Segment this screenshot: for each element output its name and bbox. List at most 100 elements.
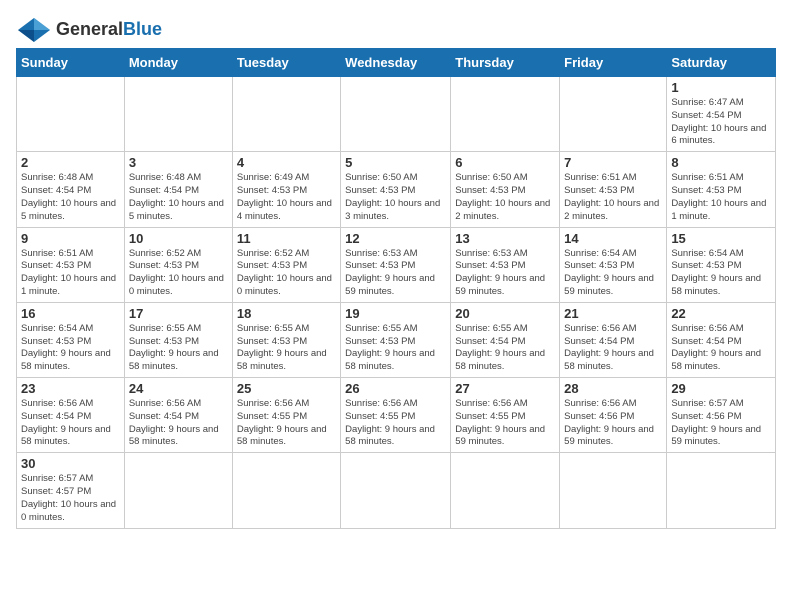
calendar-day-cell [341,453,451,528]
day-info: Sunrise: 6:56 AM Sunset: 4:54 PM Dayligh… [564,323,662,374]
day-info: Sunrise: 6:56 AM Sunset: 4:54 PM Dayligh… [129,398,228,449]
day-number: 26 [345,381,446,396]
day-info: Sunrise: 6:50 AM Sunset: 4:53 PM Dayligh… [345,172,446,223]
calendar-day-cell: 7 Sunrise: 6:51 AM Sunset: 4:53 PM Daylig… [560,152,667,227]
day-info: Sunrise: 6:53 AM Sunset: 4:53 PM Dayligh… [455,248,555,299]
day-number: 6 [455,155,555,170]
day-number: 15 [671,231,771,246]
logo-icon [16,16,52,44]
day-info: Sunrise: 6:56 AM Sunset: 4:55 PM Dayligh… [455,398,555,449]
calendar-day-cell: 11 Sunrise: 6:52 AM Sunset: 4:53 PM Dayli… [232,227,340,302]
day-info: Sunrise: 6:51 AM Sunset: 4:53 PM Dayligh… [564,172,662,223]
calendar-day-cell: 17Sunrise: 6:55 AM Sunset: 4:53 PM Dayli… [124,302,232,377]
calendar-day-cell: 26 Sunrise: 6:56 AM Sunset: 4:55 PM Dayli… [341,378,451,453]
calendar-day-cell: 12 Sunrise: 6:53 AM Sunset: 4:53 PM Dayli… [341,227,451,302]
day-info: Sunrise: 6:57 AM Sunset: 4:56 PM Dayligh… [671,398,771,449]
day-info: Sunrise: 6:49 AM Sunset: 4:53 PM Dayligh… [237,172,336,223]
day-number: 28 [564,381,662,396]
calendar-day-cell: 21 Sunrise: 6:56 AM Sunset: 4:54 PM Dayli… [560,302,667,377]
calendar-day-cell [667,453,776,528]
calendar-week-row: 30 Sunrise: 6:57 AM Sunset: 4:57 PM Dayli… [17,453,776,528]
calendar-day-cell [451,77,560,152]
day-info: Sunrise: 6:56 AM Sunset: 4:55 PM Dayligh… [237,398,336,449]
day-info: Sunrise: 6:48 AM Sunset: 4:54 PM Dayligh… [129,172,228,223]
day-info: Sunrise: 6:53 AM Sunset: 4:53 PM Dayligh… [345,248,446,299]
day-number: 21 [564,306,662,321]
day-info: Sunrise: 6:55 AM Sunset: 4:54 PM Dayligh… [455,323,555,374]
calendar-day-cell [232,77,340,152]
day-info: Sunrise: 6:55 AM Sunset: 4:53 PM Dayligh… [345,323,446,374]
day-info: Sunrise: 6:56 AM Sunset: 4:54 PM Dayligh… [21,398,120,449]
day-info: Sunrise: 6:54 AM Sunset: 4:53 PM Dayligh… [21,323,120,374]
calendar-day-cell: 14Sunrise: 6:54 AM Sunset: 4:53 PM Dayli… [560,227,667,302]
day-number: 29 [671,381,771,396]
day-number: 22 [671,306,771,321]
calendar-header-wednesday: Wednesday [341,49,451,77]
day-number: 13 [455,231,555,246]
calendar-day-cell: 23 Sunrise: 6:56 AM Sunset: 4:54 PM Dayli… [17,378,125,453]
calendar-table: SundayMondayTuesdayWednesdayThursdayFrid… [16,48,776,529]
calendar-day-cell: 30 Sunrise: 6:57 AM Sunset: 4:57 PM Dayli… [17,453,125,528]
day-info: Sunrise: 6:51 AM Sunset: 4:53 PM Dayligh… [671,172,771,223]
day-info: Sunrise: 6:57 AM Sunset: 4:57 PM Dayligh… [21,473,120,524]
calendar-day-cell [560,77,667,152]
calendar-week-row: 23 Sunrise: 6:56 AM Sunset: 4:54 PM Dayli… [17,378,776,453]
calendar-day-cell: 10Sunrise: 6:52 AM Sunset: 4:53 PM Dayli… [124,227,232,302]
calendar-week-row: 9 Sunrise: 6:51 AM Sunset: 4:53 PM Daylig… [17,227,776,302]
calendar-day-cell [124,77,232,152]
day-info: Sunrise: 6:56 AM Sunset: 4:54 PM Dayligh… [671,323,771,374]
calendar-day-cell: 27 Sunrise: 6:56 AM Sunset: 4:55 PM Dayli… [451,378,560,453]
day-number: 19 [345,306,446,321]
calendar-day-cell [451,453,560,528]
day-info: Sunrise: 6:56 AM Sunset: 4:56 PM Dayligh… [564,398,662,449]
calendar-day-cell: 5 Sunrise: 6:50 AM Sunset: 4:53 PM Daylig… [341,152,451,227]
day-info: Sunrise: 6:54 AM Sunset: 4:53 PM Dayligh… [564,248,662,299]
day-number: 7 [564,155,662,170]
day-info: Sunrise: 6:50 AM Sunset: 4:53 PM Dayligh… [455,172,555,223]
day-number: 9 [21,231,120,246]
calendar-week-row: 1Sunrise: 6:47 AM Sunset: 4:54 PM Daylig… [17,77,776,152]
day-info: Sunrise: 6:55 AM Sunset: 4:53 PM Dayligh… [129,323,228,374]
day-number: 5 [345,155,446,170]
page-header: GeneralBlue [16,16,776,44]
day-number: 27 [455,381,555,396]
calendar-day-cell: 9 Sunrise: 6:51 AM Sunset: 4:53 PM Daylig… [17,227,125,302]
calendar-header-sunday: Sunday [17,49,125,77]
calendar-day-cell: 29 Sunrise: 6:57 AM Sunset: 4:56 PM Dayli… [667,378,776,453]
calendar-day-cell: 4 Sunrise: 6:49 AM Sunset: 4:53 PM Daylig… [232,152,340,227]
calendar-week-row: 2 Sunrise: 6:48 AM Sunset: 4:54 PM Daylig… [17,152,776,227]
calendar-day-cell: 6 Sunrise: 6:50 AM Sunset: 4:53 PM Daylig… [451,152,560,227]
calendar-day-cell: 22 Sunrise: 6:56 AM Sunset: 4:54 PM Dayli… [667,302,776,377]
day-number: 2 [21,155,120,170]
day-number: 4 [237,155,336,170]
calendar-day-cell [17,77,125,152]
day-number: 8 [671,155,771,170]
day-info: Sunrise: 6:56 AM Sunset: 4:55 PM Dayligh… [345,398,446,449]
day-number: 20 [455,306,555,321]
day-number: 24 [129,381,228,396]
day-number: 11 [237,231,336,246]
calendar-header-friday: Friday [560,49,667,77]
logo-text: GeneralBlue [56,20,162,40]
calendar-day-cell: 13 Sunrise: 6:53 AM Sunset: 4:53 PM Dayli… [451,227,560,302]
logo: GeneralBlue [16,16,162,44]
calendar-day-cell: 18Sunrise: 6:55 AM Sunset: 4:53 PM Dayli… [232,302,340,377]
calendar-day-cell: 19 Sunrise: 6:55 AM Sunset: 4:53 PM Dayli… [341,302,451,377]
day-info: Sunrise: 6:52 AM Sunset: 4:53 PM Dayligh… [237,248,336,299]
day-number: 30 [21,456,120,471]
day-info: Sunrise: 6:48 AM Sunset: 4:54 PM Dayligh… [21,172,120,223]
calendar-day-cell: 2 Sunrise: 6:48 AM Sunset: 4:54 PM Daylig… [17,152,125,227]
day-info: Sunrise: 6:54 AM Sunset: 4:53 PM Dayligh… [671,248,771,299]
calendar-day-cell [341,77,451,152]
calendar-day-cell [232,453,340,528]
calendar-header-monday: Monday [124,49,232,77]
calendar-day-cell: 8 Sunrise: 6:51 AM Sunset: 4:53 PM Daylig… [667,152,776,227]
day-number: 23 [21,381,120,396]
calendar-day-cell: 16Sunrise: 6:54 AM Sunset: 4:53 PM Dayli… [17,302,125,377]
day-info: Sunrise: 6:51 AM Sunset: 4:53 PM Dayligh… [21,248,120,299]
day-number: 12 [345,231,446,246]
calendar-day-cell: 28 Sunrise: 6:56 AM Sunset: 4:56 PM Dayli… [560,378,667,453]
calendar-header-thursday: Thursday [451,49,560,77]
day-number: 3 [129,155,228,170]
day-number: 18 [237,306,336,321]
